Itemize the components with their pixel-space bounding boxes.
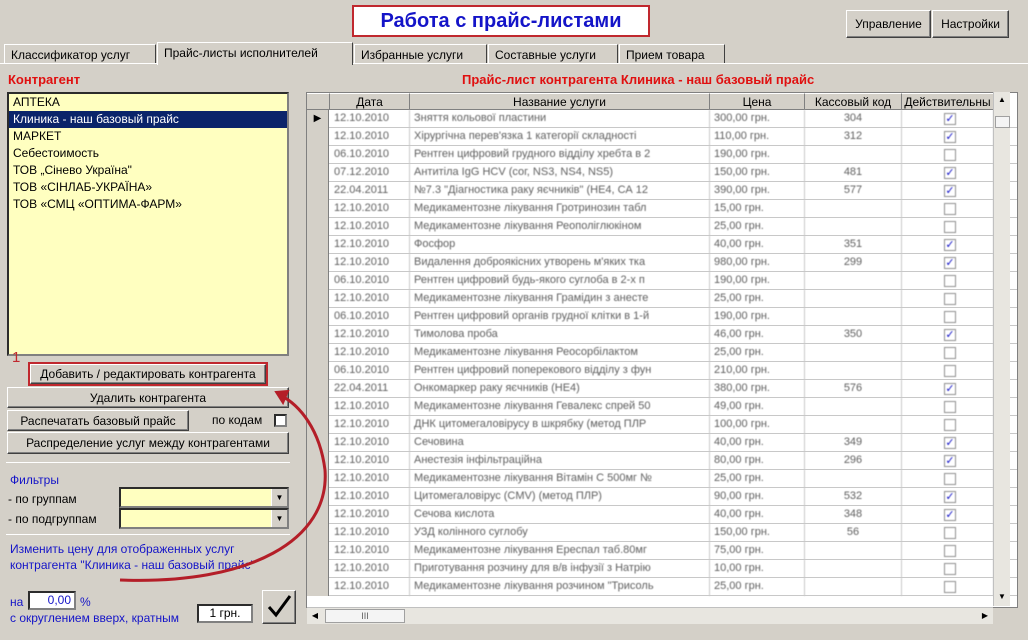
annotation-arrow xyxy=(119,389,327,582)
tab-provider-price-lists[interactable]: Прайс-листы исполнителей xyxy=(157,42,353,65)
